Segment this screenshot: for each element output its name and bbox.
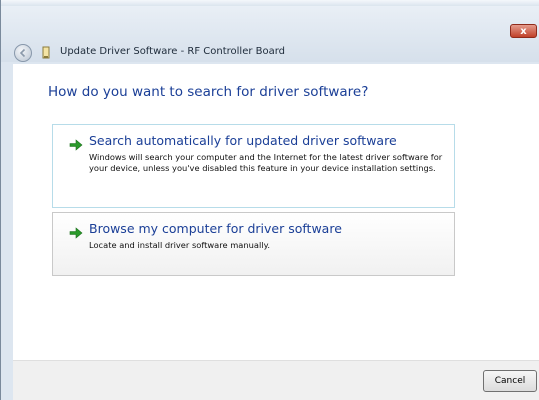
green-arrow-icon: [69, 139, 83, 151]
close-icon: x: [520, 26, 527, 37]
back-button[interactable]: [14, 44, 32, 62]
option-title: Search automatically for updated driver …: [89, 133, 397, 148]
option-description: Windows will search your computer and th…: [89, 152, 443, 173]
device-icon: [42, 46, 50, 59]
green-arrow-icon: [69, 227, 83, 239]
search-automatically-option[interactable]: Search automatically for updated driver …: [52, 124, 455, 208]
browse-computer-option[interactable]: Browse my computer for driver software L…: [52, 212, 455, 276]
close-button[interactable]: x: [510, 24, 537, 38]
option-description: Locate and install driver software manua…: [89, 240, 270, 250]
option-title: Browse my computer for driver software: [89, 221, 342, 236]
title-bar: x Update Driver Software - RF Controller…: [1, 6, 539, 62]
dialog-footer: Cancel: [13, 360, 539, 400]
back-arrow-icon: [19, 48, 26, 58]
window-title: Update Driver Software - RF Controller B…: [60, 46, 286, 57]
content-area: How do you want to search for driver sof…: [13, 64, 539, 360]
update-driver-window: x Update Driver Software - RF Controller…: [0, 0, 539, 400]
page-heading: How do you want to search for driver sof…: [48, 84, 369, 100]
cancel-button[interactable]: Cancel: [483, 370, 537, 392]
